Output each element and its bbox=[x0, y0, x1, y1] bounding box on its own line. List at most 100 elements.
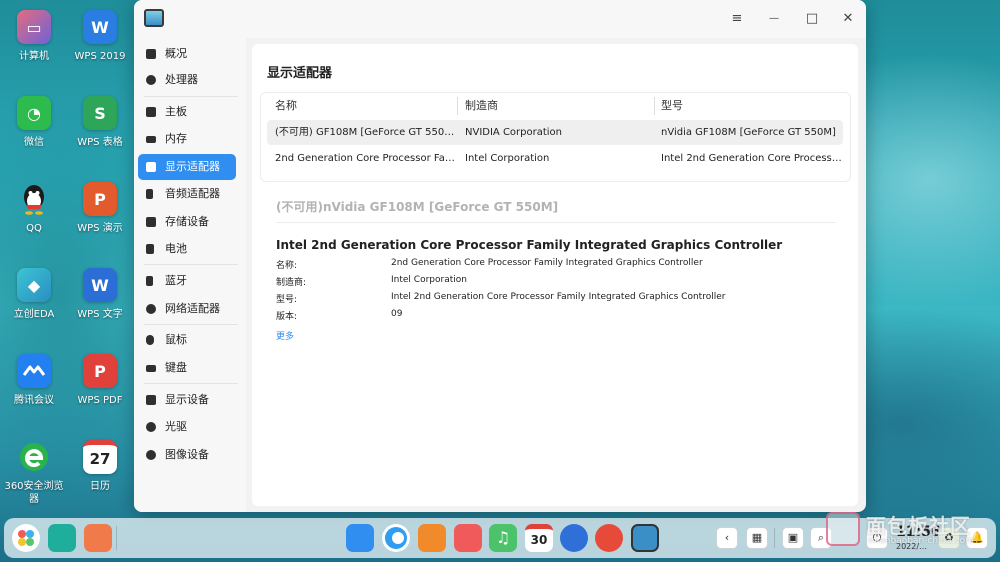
sidebar-item-display-adapter[interactable]: 显示适配器 bbox=[138, 154, 236, 180]
desktop-icon-lceda[interactable]: ◆ 立创EDA bbox=[2, 268, 66, 321]
settings-icon[interactable] bbox=[560, 524, 588, 552]
watermark-logo bbox=[826, 512, 860, 546]
processor-icon bbox=[146, 75, 156, 85]
desktop-icon-wechat[interactable]: ◔ 微信 bbox=[2, 96, 66, 149]
display-adapter-icon bbox=[146, 162, 156, 172]
more-link[interactable]: 更多 bbox=[276, 329, 294, 342]
speaker-icon bbox=[146, 189, 153, 199]
system-monitor-icon[interactable] bbox=[595, 524, 623, 552]
desktop-icon-browser-360[interactable]: 360安全浏览器 bbox=[2, 440, 66, 506]
screenshot-icon[interactable]: ▣ bbox=[782, 527, 804, 549]
sidebar-item-label: 主板 bbox=[165, 105, 187, 118]
table-row[interactable]: (不可用) GF108M [GeForce GT 550M] NVIDIA Co… bbox=[267, 120, 843, 145]
column-header-name[interactable]: 名称 bbox=[275, 93, 297, 119]
onscreen-keyboard-icon[interactable]: ▦ bbox=[746, 527, 768, 549]
desktop-icon-wps-presentation[interactable]: P WPS 演示 bbox=[68, 182, 132, 235]
device-manager-icon[interactable] bbox=[631, 524, 659, 552]
app-store-icon[interactable] bbox=[418, 524, 446, 552]
wechat-icon: ◔ bbox=[17, 96, 51, 130]
desktop-icon-qq[interactable]: QQ bbox=[2, 182, 66, 235]
desktop-icon-wps-pdf[interactable]: P WPS PDF bbox=[68, 354, 132, 407]
column-header-manufacturer[interactable]: 制造商 bbox=[465, 93, 498, 119]
sidebar-item-label: 鼠标 bbox=[165, 333, 187, 346]
detail-value: Intel 2nd Generation Core Processor Fami… bbox=[391, 292, 726, 302]
sidebar-item-label: 蓝牙 bbox=[165, 274, 187, 287]
maximize-button[interactable]: □ bbox=[801, 8, 823, 30]
sidebar-item-audio-adapter[interactable]: 音频适配器 bbox=[138, 181, 236, 207]
show-hidden-icons-button[interactable]: ‹ bbox=[716, 527, 738, 549]
sidebar-item-label: 存储设备 bbox=[165, 215, 209, 228]
calendar-icon[interactable]: 30 bbox=[525, 524, 553, 552]
wps-pdf-icon: P bbox=[83, 354, 117, 388]
sidebar-item-label: 显示适配器 bbox=[165, 160, 220, 173]
browser-icon[interactable] bbox=[382, 524, 410, 552]
sidebar-item-optical-drive[interactable]: 光驱 bbox=[138, 414, 236, 440]
sidebar-item-overview[interactable]: 概况 bbox=[138, 41, 236, 67]
column-divider[interactable] bbox=[457, 97, 458, 115]
menu-button[interactable]: ≡ bbox=[726, 8, 748, 30]
sidebar-item-keyboard[interactable]: 键盘 bbox=[138, 355, 236, 381]
device-manager-window: ≡ — □ ✕ 概况 处理器 主板 内存 显示适配器 音频适配器 存储设备 电池… bbox=[134, 0, 866, 512]
desktop-icon-wps-writer[interactable]: W WPS 文字 bbox=[68, 268, 132, 321]
desktop-icon-label: WPS 表格 bbox=[77, 137, 123, 148]
window-titlebar[interactable]: ≡ — □ ✕ bbox=[134, 0, 866, 38]
table-row[interactable]: 2nd Generation Core Processor Fam… Intel… bbox=[267, 146, 843, 171]
qq-icon bbox=[17, 182, 51, 216]
table-cell-name: 2nd Generation Core Processor Fam… bbox=[275, 153, 459, 164]
sidebar-item-label: 音频适配器 bbox=[165, 187, 220, 200]
optical-drive-icon bbox=[146, 422, 156, 432]
table-cell-model: Intel 2nd Generation Core Processor … bbox=[661, 153, 843, 164]
desktop-icon-calendar[interactable]: 27 日历 bbox=[68, 440, 132, 493]
sidebar-item-motherboard[interactable]: 主板 bbox=[138, 99, 236, 125]
music-icon[interactable]: ♫ bbox=[489, 524, 517, 552]
column-header-model[interactable]: 型号 bbox=[661, 93, 683, 119]
sidebar-item-bluetooth[interactable]: 蓝牙 bbox=[138, 268, 236, 294]
table-cell-model: nVidia GF108M [GeForce GT 550M] bbox=[661, 127, 836, 138]
sidebar-item-imaging-device[interactable]: 图像设备 bbox=[138, 442, 236, 468]
watermark: 面包板社区 mianbaoban-china.com bbox=[826, 508, 996, 552]
sidebar-item-storage[interactable]: 存储设备 bbox=[138, 209, 236, 235]
device-table: 名称 制造商 型号 (不可用) GF108M [GeForce GT 550M]… bbox=[260, 92, 851, 182]
desktop-icons: ▭ 计算机 W WPS 2019 ◔ 微信 S WPS 表格 QQ P WPS … bbox=[0, 0, 134, 520]
desktop-icon-label: WPS 2019 bbox=[74, 51, 126, 62]
desktop-icon-wps-spreadsheet[interactable]: S WPS 表格 bbox=[68, 96, 132, 149]
desktop-icon-label: WPS PDF bbox=[77, 395, 123, 406]
minimize-button[interactable]: — bbox=[763, 8, 785, 30]
close-button[interactable]: ✕ bbox=[837, 8, 859, 30]
section-divider bbox=[276, 222, 836, 223]
device-manager-app-icon bbox=[144, 9, 164, 27]
sidebar-item-label: 网络适配器 bbox=[165, 302, 220, 315]
column-divider[interactable] bbox=[654, 97, 655, 115]
mouse-icon bbox=[146, 335, 154, 345]
detail-key: 名称: bbox=[276, 261, 298, 271]
sidebar-item-battery[interactable]: 电池 bbox=[138, 236, 236, 262]
wps-icon: W bbox=[83, 10, 117, 44]
sidebar-item-label: 图像设备 bbox=[165, 448, 209, 461]
sidebar-item-label: 光驱 bbox=[165, 420, 187, 433]
sidebar-divider bbox=[144, 324, 238, 325]
wps-spreadsheet-icon: S bbox=[83, 96, 117, 130]
disabled-device-title: (不可用)nVidia GF108M [GeForce GT 550M] bbox=[276, 200, 559, 214]
launcher-icon[interactable] bbox=[12, 524, 40, 552]
desktop-icon-computer[interactable]: ▭ 计算机 bbox=[2, 10, 66, 63]
wps-presentation-icon: P bbox=[83, 182, 117, 216]
sidebar-item-label: 概况 bbox=[165, 47, 187, 60]
sidebar-item-memory[interactable]: 内存 bbox=[138, 126, 236, 152]
sidebar-item-display-device[interactable]: 显示设备 bbox=[138, 387, 236, 413]
sidebar-item-label: 电池 bbox=[165, 242, 187, 255]
detail-value: Intel Corporation bbox=[391, 275, 467, 285]
file-manager-icon[interactable] bbox=[346, 524, 374, 552]
main-content: 显示适配器 名称 制造商 型号 (不可用) GF108M [GeForce GT… bbox=[252, 44, 858, 506]
image-viewer-icon[interactable] bbox=[454, 524, 482, 552]
sidebar-item-processor[interactable]: 处理器 bbox=[138, 67, 236, 93]
sidebar-item-label: 键盘 bbox=[165, 361, 187, 374]
desktop-icon-tencent-meeting[interactable]: 腾讯会议 bbox=[2, 354, 66, 407]
sidebar-item-network-adapter[interactable]: 网络适配器 bbox=[138, 296, 236, 322]
desktop-icon-wps[interactable]: W WPS 2019 bbox=[68, 10, 132, 63]
table-cell-manufacturer: NVIDIA Corporation bbox=[465, 127, 563, 138]
sidebar-item-label: 内存 bbox=[165, 132, 187, 145]
multitask-view-icon[interactable] bbox=[48, 524, 76, 552]
workspace-icon[interactable] bbox=[84, 524, 112, 552]
tray-divider bbox=[774, 528, 775, 548]
sidebar-item-mouse[interactable]: 鼠标 bbox=[138, 327, 236, 353]
